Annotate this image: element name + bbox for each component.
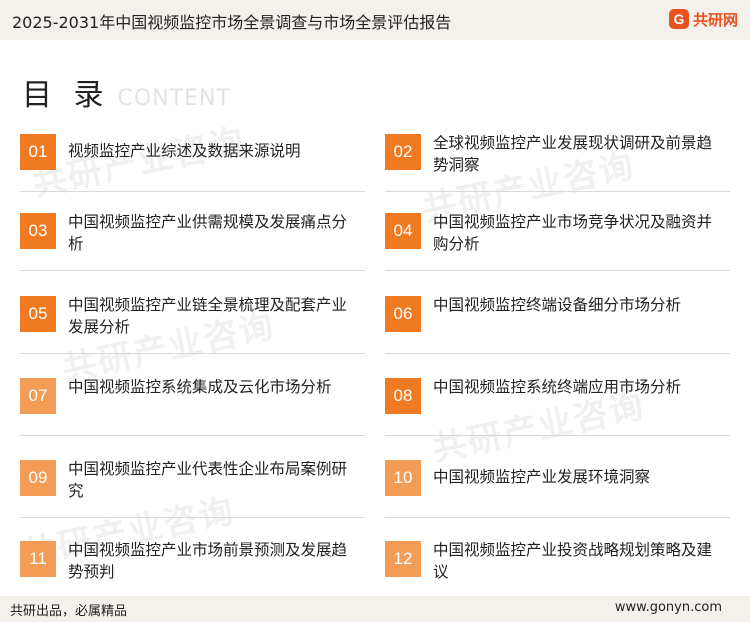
footer-url[interactable]: www.gonyn.com	[615, 600, 722, 615]
toc-label: 全球视频监控产业发展现状调研及前景趋势洞察	[433, 134, 713, 174]
toc-label: 中国视频监控产业供需规模及发展痛点分析	[68, 213, 348, 253]
brand-logo: G 共研网	[668, 8, 738, 30]
toc-heading-cn: 目 录	[22, 78, 110, 113]
toc-label: 中国视频监控产业代表性企业布局案例研究	[68, 460, 348, 500]
toc-label: 中国视频监控终端设备细分市场分析	[433, 296, 682, 314]
toc-item-12[interactable]: 12 中国视频监控产业投资战略规划策略及建议	[385, 533, 730, 599]
toc-number: 01	[20, 134, 56, 170]
toc-heading: 目 录 CONTENT	[22, 70, 231, 114]
logo-text: 共研网	[692, 10, 738, 29]
divider	[385, 270, 730, 271]
toc-item-11[interactable]: 11 中国视频监控产业市场前景预测及发展趋势预判	[20, 533, 365, 599]
toc-label: 中国视频监控系统终端应用市场分析	[433, 378, 682, 396]
toc-number: 09	[20, 460, 56, 496]
toc-item-06[interactable]: 06 中国视频监控终端设备细分市场分析	[385, 288, 730, 354]
report-title: 2025-2031年中国视频监控市场全景调查与市场全景评估报告	[12, 13, 452, 32]
toc-item-10[interactable]: 10 中国视频监控产业发展环境洞察	[385, 452, 730, 518]
header-bar: 2025-2031年中国视频监控市场全景调查与市场全景评估报告 G 共研网	[0, 0, 750, 40]
divider	[20, 517, 365, 518]
toc-item-01[interactable]: 01 视频监控产业综述及数据来源说明	[20, 126, 365, 192]
toc-number: 02	[385, 134, 421, 170]
toc-item-02[interactable]: 02 全球视频监控产业发展现状调研及前景趋势洞察	[385, 126, 730, 192]
toc-number: 07	[20, 378, 56, 414]
divider	[385, 517, 730, 518]
divider	[385, 435, 730, 436]
divider	[20, 270, 365, 271]
toc-number: 11	[20, 541, 56, 577]
toc-number: 04	[385, 213, 421, 249]
divider	[385, 191, 730, 192]
toc-item-08[interactable]: 08 中国视频监控系统终端应用市场分析	[385, 370, 730, 436]
toc-item-03[interactable]: 03 中国视频监控产业供需规模及发展痛点分析	[20, 205, 365, 271]
toc-number: 06	[385, 296, 421, 332]
toc-item-07[interactable]: 07 中国视频监控系统集成及云化市场分析	[20, 370, 365, 436]
toc-number: 10	[385, 460, 421, 496]
divider	[20, 191, 365, 192]
toc-label: 视频监控产业综述及数据来源说明	[68, 142, 301, 160]
divider	[385, 353, 730, 354]
toc-item-04[interactable]: 04 中国视频监控产业市场竞争状况及融资并购分析	[385, 205, 730, 271]
divider	[20, 435, 365, 436]
footer-bar: 共研出品，必属精品 www.gonyn.com	[0, 596, 750, 622]
toc-label: 中国视频监控产业市场前景预测及发展趋势预判	[68, 541, 348, 581]
footer-slogan: 共研出品，必属精品	[10, 604, 128, 619]
toc-label: 中国视频监控产业投资战略规划策略及建议	[433, 541, 713, 581]
toc-number: 03	[20, 213, 56, 249]
toc-item-05[interactable]: 05 中国视频监控产业链全景梳理及配套产业发展分析	[20, 288, 365, 354]
toc-label: 中国视频监控产业市场竞争状况及融资并购分析	[433, 213, 713, 253]
divider	[20, 353, 365, 354]
toc-item-09[interactable]: 09 中国视频监控产业代表性企业布局案例研究	[20, 452, 365, 518]
toc-label: 中国视频监控产业发展环境洞察	[433, 468, 651, 486]
toc-number: 08	[385, 378, 421, 414]
toc-label: 中国视频监控系统集成及云化市场分析	[68, 378, 332, 396]
toc-heading-en: CONTENT	[117, 86, 231, 111]
toc-label: 中国视频监控产业链全景梳理及配套产业发展分析	[68, 296, 348, 336]
logo-icon: G	[668, 9, 689, 29]
toc-number: 05	[20, 296, 56, 332]
toc-number: 12	[385, 541, 421, 577]
